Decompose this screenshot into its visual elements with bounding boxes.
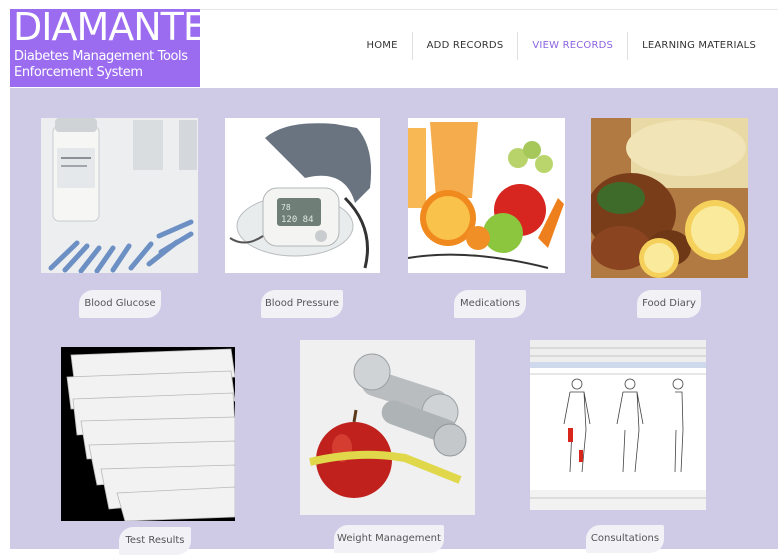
food-diary-image[interactable] (591, 118, 748, 278)
test-results-image[interactable] (61, 347, 235, 521)
records-grid: Blood Glucose 78 120 84 Blood Pressure M… (10, 88, 778, 555)
tile-food-diary[interactable]: Food Diary (591, 118, 748, 323)
logo-subtitle-line1: Diabetes Management Tools (14, 49, 188, 64)
weight-management-image[interactable] (300, 340, 475, 515)
logo-subtitle-line2: Enforcement System (14, 65, 143, 80)
logo-subtitle: Diabetes Management Tools Enforcement Sy… (14, 49, 188, 81)
nav-home[interactable]: HOME (353, 32, 412, 60)
medications-image[interactable] (408, 118, 565, 273)
logo[interactable]: DIAMANTES Diabetes Management Tools Enfo… (10, 9, 200, 87)
tile-test-results[interactable]: Test Results (61, 347, 235, 555)
tile-medications[interactable]: Medications (408, 118, 565, 323)
blood-pressure-image[interactable]: 78 120 84 (225, 118, 380, 273)
food-diary-label[interactable]: Food Diary (637, 290, 701, 318)
main-nav: HOME ADD RECORDS VIEW RECORDS LEARNING M… (353, 32, 771, 60)
logo-title: DIAMANTES (13, 9, 200, 49)
tile-consultations[interactable]: Consultations (530, 340, 706, 553)
svg-text:120 84: 120 84 (281, 215, 314, 225)
tile-blood-glucose[interactable]: Blood Glucose (41, 118, 198, 323)
consultations-image[interactable] (530, 340, 706, 510)
medications-label[interactable]: Medications (454, 290, 526, 318)
nav-add-records[interactable]: ADD RECORDS (411, 32, 518, 60)
nav-view-records[interactable]: VIEW RECORDS (517, 32, 627, 60)
test-results-label[interactable]: Test Results (119, 527, 191, 555)
nav-learning-materials[interactable]: LEARNING MATERIALS (627, 32, 770, 60)
header: DIAMANTES Diabetes Management Tools Enfo… (0, 0, 778, 88)
tile-weight-management[interactable]: Weight Management (300, 340, 475, 553)
header-divider (200, 9, 778, 10)
blood-glucose-image[interactable] (41, 118, 198, 273)
svg-text:78: 78 (281, 203, 291, 212)
blood-glucose-label[interactable]: Blood Glucose (79, 290, 161, 318)
tile-blood-pressure[interactable]: 78 120 84 Blood Pressure (225, 118, 380, 323)
blood-pressure-label[interactable]: Blood Pressure (261, 290, 343, 318)
